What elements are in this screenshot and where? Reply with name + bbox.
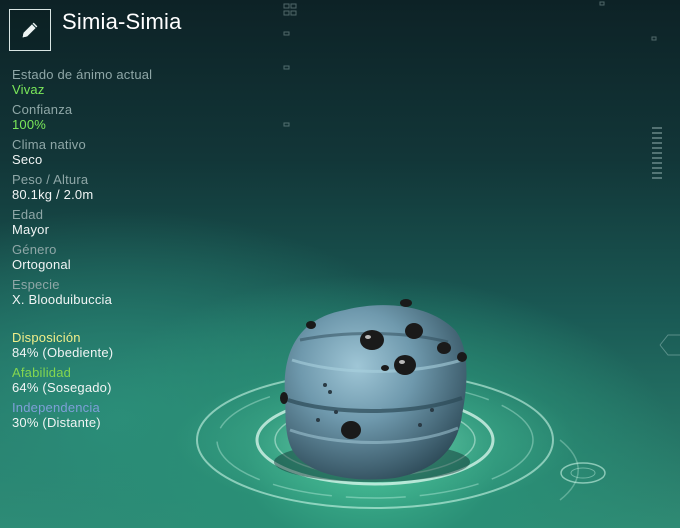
- stat-label: Peso / Altura: [12, 172, 89, 187]
- stat-trust: Confianza 100%: [12, 102, 242, 132]
- stat-value: 100%: [12, 117, 47, 132]
- stat-label: Género: [12, 242, 57, 257]
- trait-label: Independencia: [12, 400, 100, 415]
- side-tick-bars: [652, 127, 662, 179]
- stat-value: Vivaz: [12, 82, 45, 97]
- trait-independence: Independencia 30% (Distante): [12, 400, 242, 430]
- stat-climate: Clima nativo Seco: [12, 137, 242, 167]
- trait-value: 64% (Sosegado): [12, 380, 112, 395]
- stat-gender: Género Ortogonal: [12, 242, 242, 272]
- pencil-icon: [22, 22, 38, 38]
- trait-affability: Afabilidad 64% (Sosegado): [12, 365, 242, 395]
- creature-stats: Estado de ánimo actual Vivaz Confianza 1…: [12, 67, 242, 312]
- stat-label: Confianza: [12, 102, 73, 117]
- stat-label: Clima nativo: [12, 137, 86, 152]
- stat-age: Edad Mayor: [12, 207, 242, 237]
- trait-label: Afabilidad: [12, 365, 72, 380]
- stat-value: Ortogonal: [12, 257, 71, 272]
- trait-value: 30% (Distante): [12, 415, 101, 430]
- stat-value: 80.1kg / 2.0m: [12, 187, 94, 202]
- trait-disposition: Disposición 84% (Obediente): [12, 330, 242, 360]
- trait-value: 84% (Obediente): [12, 345, 114, 360]
- hud-decorations: [283, 1, 680, 356]
- trait-label: Disposición: [12, 330, 81, 345]
- stat-weight-height: Peso / Altura 80.1kg / 2.0m: [12, 172, 242, 202]
- creature-name: Simia-Simia: [62, 9, 182, 34]
- creature-traits: Disposición 84% (Obediente) Afabilidad 6…: [12, 330, 242, 435]
- stat-label: Edad: [12, 207, 44, 222]
- edit-name-button[interactable]: [9, 9, 51, 51]
- creature-model: [274, 299, 470, 482]
- stat-label: Especie: [12, 277, 60, 292]
- stat-value: Seco: [12, 152, 43, 167]
- stat-value: Mayor: [12, 222, 50, 237]
- stat-species: Especie X. Blooduibuccia: [12, 277, 242, 307]
- stat-value: X. Blooduibuccia: [12, 292, 113, 307]
- stat-label: Estado de ánimo actual: [12, 67, 153, 82]
- stat-mood: Estado de ánimo actual Vivaz: [12, 67, 242, 97]
